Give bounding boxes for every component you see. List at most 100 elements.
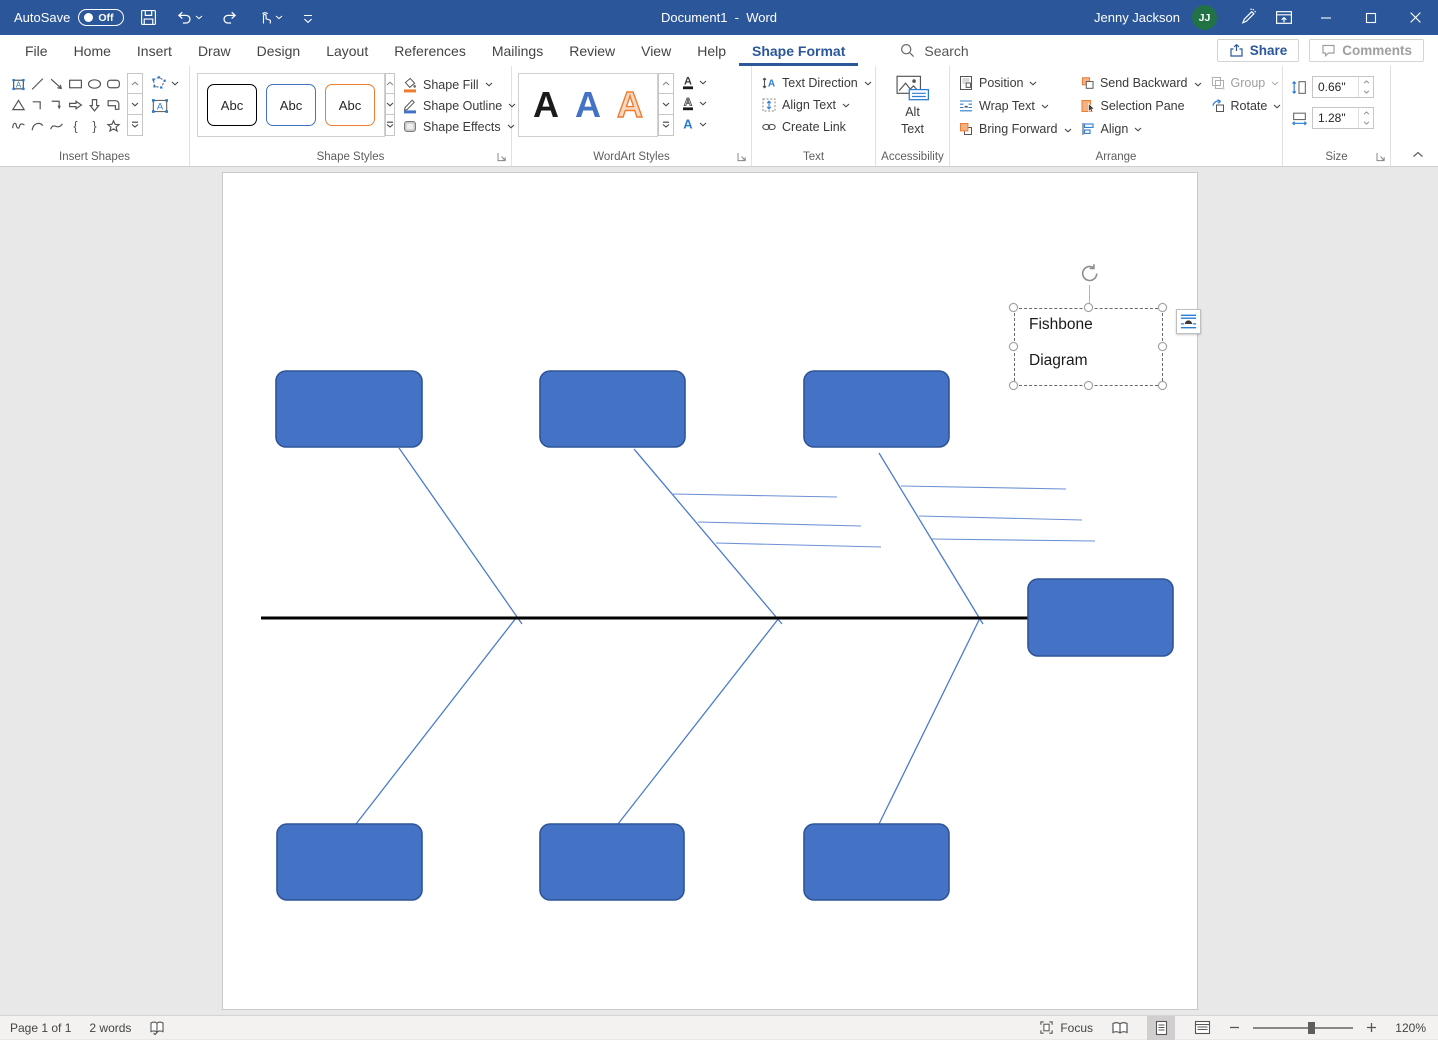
send-backward-button[interactable]: Send Backward — [1080, 75, 1210, 91]
height-spin-down[interactable] — [1359, 87, 1373, 97]
create-link-button[interactable]: Create Link — [761, 119, 875, 135]
shape-width-input[interactable] — [1313, 110, 1353, 126]
selected-text-box[interactable]: Fishbone Diagram — [1014, 308, 1163, 386]
shape-styles-dialog-launcher[interactable] — [497, 152, 507, 162]
left-brace-shape-button[interactable]: { — [66, 115, 85, 136]
share-button[interactable]: Share — [1217, 39, 1300, 62]
category-box[interactable] — [804, 371, 949, 447]
draw-text-box-button[interactable]: A — [150, 97, 179, 115]
maximize-button[interactable] — [1348, 0, 1393, 35]
position-button[interactable]: Position — [958, 75, 1080, 91]
bone-line[interactable] — [879, 453, 983, 624]
edit-shape-button[interactable] — [150, 75, 179, 91]
bone-line[interactable] — [879, 618, 980, 824]
bone-line[interactable] — [356, 618, 516, 824]
scribble-shape-button[interactable] — [9, 115, 28, 136]
block-arrow-down-shape-button[interactable] — [85, 94, 104, 115]
styles-scroll-down-button[interactable] — [385, 94, 395, 115]
category-box[interactable] — [540, 824, 684, 900]
rotate-handle[interactable] — [1078, 263, 1100, 285]
wordart-style-orange[interactable]: A — [617, 87, 643, 123]
document-page[interactable]: Fishbone Diagram — [222, 172, 1198, 1010]
selection-handle-ne[interactable] — [1158, 303, 1167, 312]
undo-button[interactable] — [173, 7, 205, 28]
tab-insert[interactable]: Insert — [124, 35, 185, 66]
arc-shape-button[interactable] — [28, 115, 47, 136]
selection-pane-button[interactable]: Selection Pane — [1080, 98, 1210, 114]
wordart-scroll-up-button[interactable] — [658, 73, 674, 94]
autosave-switch[interactable]: Off — [78, 9, 124, 26]
wordart-scroll-down-button[interactable] — [658, 94, 674, 115]
rotate-button[interactable]: Rotate — [1210, 98, 1283, 114]
close-button[interactable] — [1393, 0, 1438, 35]
tab-design[interactable]: Design — [244, 35, 314, 66]
save-button[interactable] — [138, 7, 159, 28]
elbow-connector-shape-button[interactable] — [28, 94, 47, 115]
wordart-more-button[interactable] — [658, 115, 674, 136]
rounded-rectangle-shape-button[interactable] — [104, 73, 123, 94]
wrap-text-button[interactable]: Wrap Text — [958, 98, 1080, 114]
layout-options-button[interactable] — [1176, 309, 1201, 334]
read-mode-button[interactable] — [1106, 1016, 1134, 1040]
selection-handle-w[interactable] — [1009, 342, 1018, 351]
text-fill-button[interactable]: A — [680, 74, 707, 90]
tab-review[interactable]: Review — [556, 35, 628, 66]
category-box[interactable] — [276, 371, 422, 447]
rectangle-shape-button[interactable] — [66, 73, 85, 94]
selection-handle-e[interactable] — [1158, 342, 1167, 351]
elbow-arrow-connector-shape-button[interactable] — [47, 94, 66, 115]
wordart-style-black[interactable]: A — [533, 87, 559, 123]
size-dialog-launcher[interactable] — [1376, 152, 1386, 162]
shape-style-preview-3[interactable]: Abc — [325, 84, 375, 126]
gallery-scroll-down-button[interactable] — [127, 94, 143, 115]
width-spin-down[interactable] — [1359, 118, 1373, 128]
print-layout-button[interactable] — [1147, 1016, 1175, 1040]
focus-mode-button[interactable]: Focus — [1039, 1020, 1093, 1035]
wordart-style-blue[interactable]: A — [575, 87, 601, 123]
curve-shape-button[interactable] — [47, 115, 66, 136]
triangle-shape-button[interactable] — [9, 94, 28, 115]
tab-shape-format[interactable]: Shape Format — [739, 35, 858, 66]
zoom-level-indicator[interactable]: 120% — [1390, 1021, 1426, 1035]
tab-references[interactable]: References — [381, 35, 479, 66]
zoom-out-button[interactable] — [1229, 1022, 1240, 1033]
tab-mailings[interactable]: Mailings — [479, 35, 556, 66]
selection-handle-sw[interactable] — [1009, 381, 1018, 390]
corner-shape-shape-button[interactable] — [104, 94, 123, 115]
shape-outline-button[interactable]: Shape Outline — [402, 97, 516, 114]
rib-line[interactable] — [673, 494, 837, 497]
ribbon-display-options-button[interactable] — [1265, 0, 1303, 35]
category-box[interactable] — [804, 824, 949, 900]
selection-handle-n[interactable] — [1084, 303, 1093, 312]
inking-button[interactable] — [1227, 0, 1265, 35]
align-button[interactable]: Align — [1080, 121, 1210, 137]
document-canvas[interactable]: Fishbone Diagram — [0, 167, 1438, 1015]
rib-line[interactable] — [716, 543, 881, 547]
tab-draw[interactable]: Draw — [185, 35, 244, 66]
text-box-line[interactable]: Fishbone — [1029, 316, 1093, 334]
shape-style-preview-1[interactable]: Abc — [207, 84, 257, 126]
page-number-indicator[interactable]: Page 1 of 1 — [10, 1021, 71, 1035]
selection-handle-nw[interactable] — [1009, 303, 1018, 312]
tab-help[interactable]: Help — [684, 35, 739, 66]
styles-scroll-up-button[interactable] — [385, 73, 395, 94]
styles-more-button[interactable] — [385, 115, 395, 136]
right-brace-shape-button[interactable]: } — [85, 115, 104, 136]
tab-layout[interactable]: Layout — [313, 35, 381, 66]
text-box-shape-button[interactable]: A — [9, 73, 28, 94]
align-text-button[interactable]: Align Text — [761, 97, 875, 113]
gallery-scroll-up-button[interactable] — [127, 73, 143, 94]
height-spin-up[interactable] — [1359, 77, 1373, 87]
tab-view[interactable]: View — [628, 35, 684, 66]
category-box[interactable] — [540, 371, 685, 447]
tab-file[interactable]: File — [12, 35, 61, 66]
avatar[interactable]: JJ — [1192, 5, 1217, 30]
selection-handle-s[interactable] — [1084, 381, 1093, 390]
web-layout-button[interactable] — [1188, 1016, 1216, 1040]
oval-shape-button[interactable] — [85, 73, 104, 94]
rib-line[interactable] — [932, 539, 1095, 541]
category-box[interactable] — [277, 824, 422, 900]
text-outline-button[interactable]: A — [680, 95, 707, 111]
zoom-slider[interactable] — [1253, 1016, 1353, 1040]
rib-line[interactable] — [901, 486, 1066, 489]
